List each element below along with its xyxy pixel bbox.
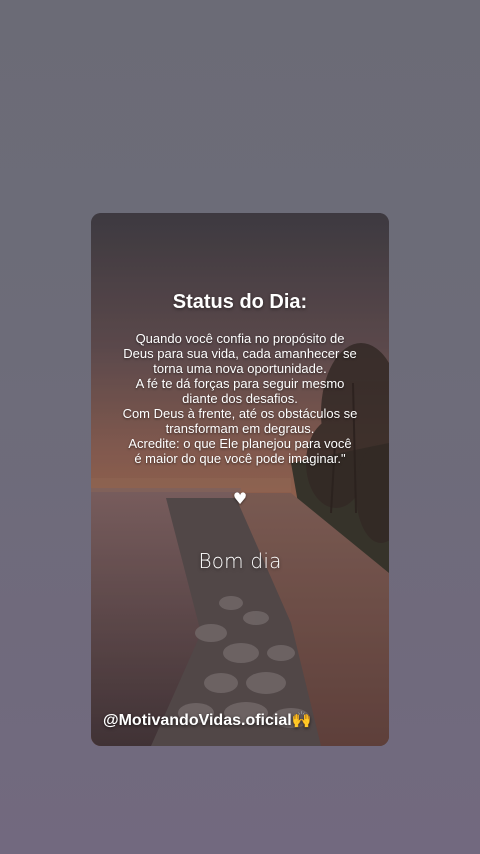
raising-hands-icon: 🙌 [291, 712, 312, 729]
motivational-message: Quando você confia no propósito de Deus … [103, 331, 377, 466]
account-handle: @MotivandoVidas.oficial🙌 [103, 710, 312, 730]
status-card: Status do Dia: Quando você confia no pro… [91, 213, 389, 746]
greeting-text: Bom dia [198, 549, 282, 573]
message-line: transformam em degraus. [165, 421, 315, 436]
message-line: Deus para sua vida, cada amanhecer se [123, 346, 357, 361]
message-line: é maior do que você pode imaginar." [134, 451, 346, 466]
message-line: Acredite: o que Ele planejou para você [128, 436, 352, 451]
heart-icon: ♥ [232, 489, 248, 508]
card-title: Status do Dia: [172, 291, 308, 313]
message-line: torna uma nova oportunidade. [153, 361, 327, 376]
handle-text: @MotivandoVidas.oficial [103, 712, 292, 729]
message-line: A fé te dá forças para seguir mesmo [135, 376, 345, 391]
message-line: Com Deus à frente, até os obstáculos se [122, 406, 358, 421]
message-line: Quando você confia no propósito de [135, 331, 345, 346]
message-line: diante dos desafios. [182, 391, 298, 406]
